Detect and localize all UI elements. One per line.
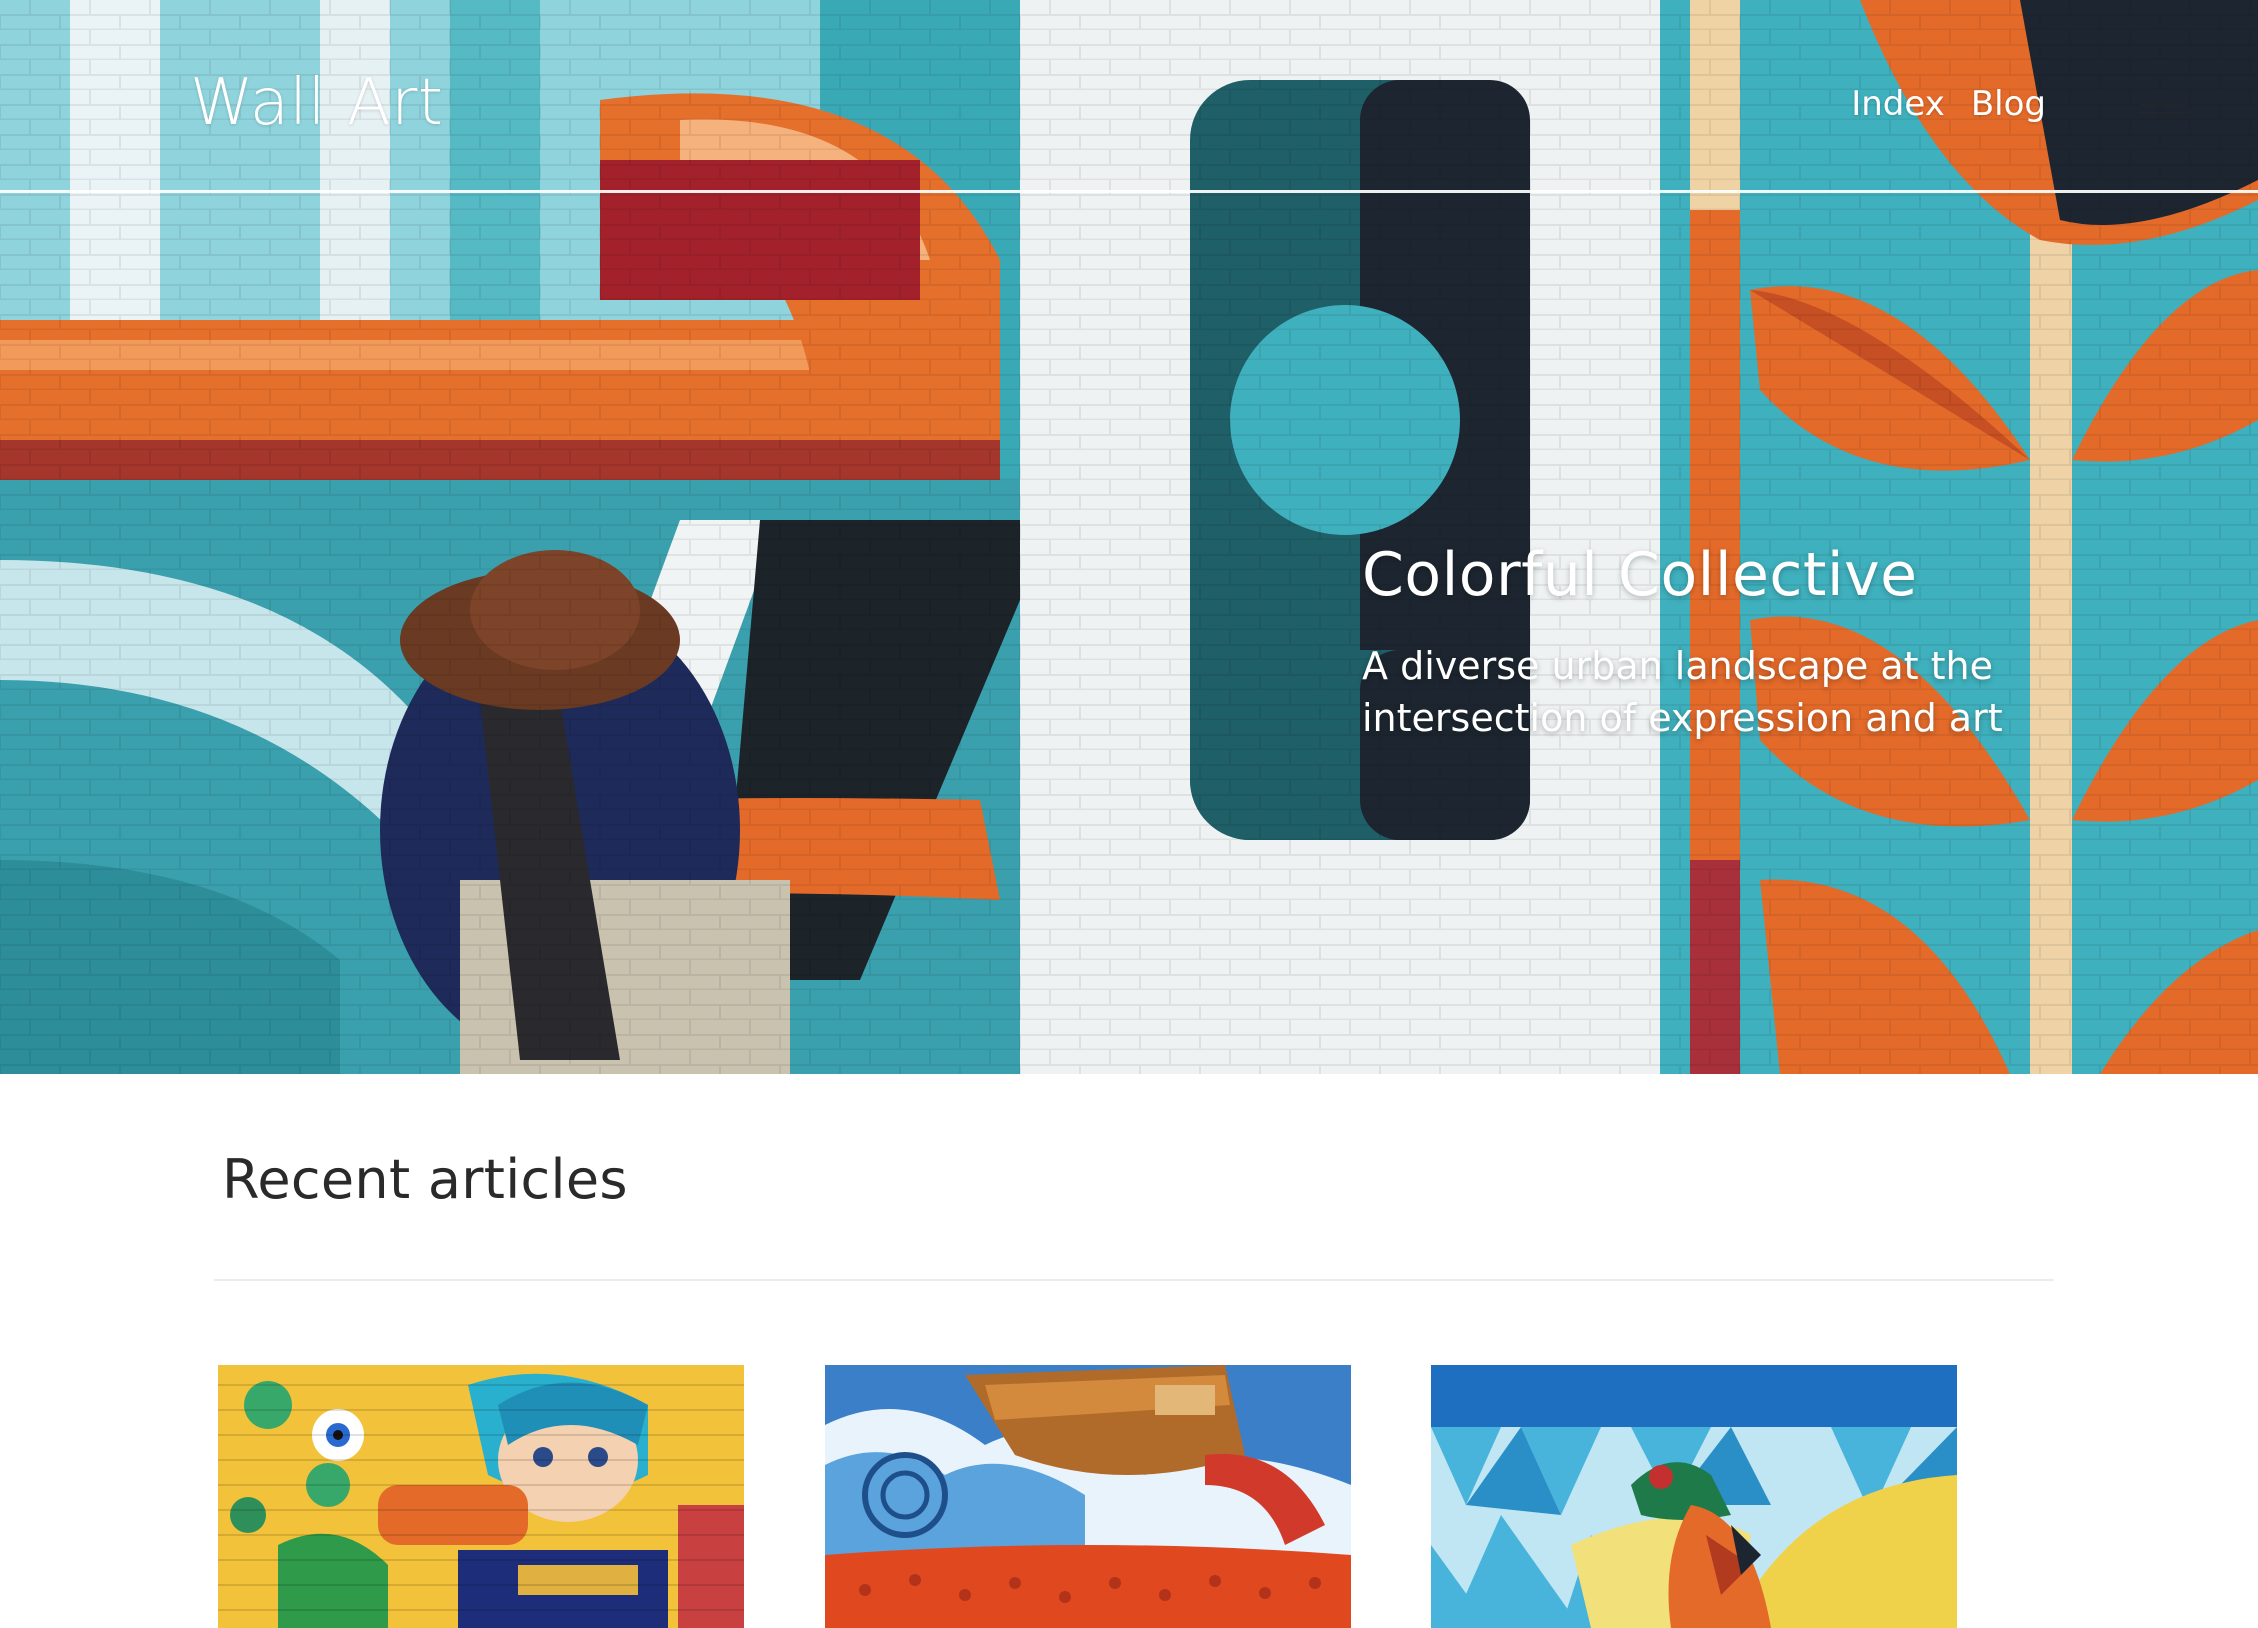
- hero-banner: Wall Art Index Blog Colorful Collective …: [0, 0, 2258, 1074]
- site-title-link[interactable]: Wall Art: [190, 66, 444, 140]
- article-card-1[interactable]: [218, 1365, 744, 1628]
- hero-title: Colorful Collective: [1362, 540, 1918, 610]
- recent-articles-section: Recent articles: [0, 1074, 2258, 1628]
- site-header: Wall Art Index Blog: [0, 0, 2258, 193]
- article-card-3[interactable]: [1431, 1365, 1957, 1628]
- recent-articles-heading: Recent articles: [222, 1148, 628, 1211]
- header-divider: [0, 190, 2258, 193]
- article-thumbnail-3: [1431, 1365, 1957, 1628]
- article-thumbnail-2: [825, 1365, 1351, 1628]
- page: Wall Art Index Blog Colorful Collective …: [0, 0, 2258, 1628]
- nav-link-index[interactable]: Index: [1851, 84, 1945, 124]
- nav-link-blog[interactable]: Blog: [1971, 84, 2046, 124]
- article-card-2[interactable]: [825, 1365, 1351, 1628]
- hero-caption: Colorful Collective A diverse urban land…: [1362, 540, 2062, 744]
- main-nav: Index Blog: [1851, 84, 2046, 124]
- section-divider: [214, 1279, 2054, 1281]
- hero-subtitle: A diverse urban landscape at the interse…: [1362, 644, 2003, 740]
- article-thumbnail-1: [218, 1365, 744, 1628]
- menu-icon[interactable]: [2140, 104, 2186, 128]
